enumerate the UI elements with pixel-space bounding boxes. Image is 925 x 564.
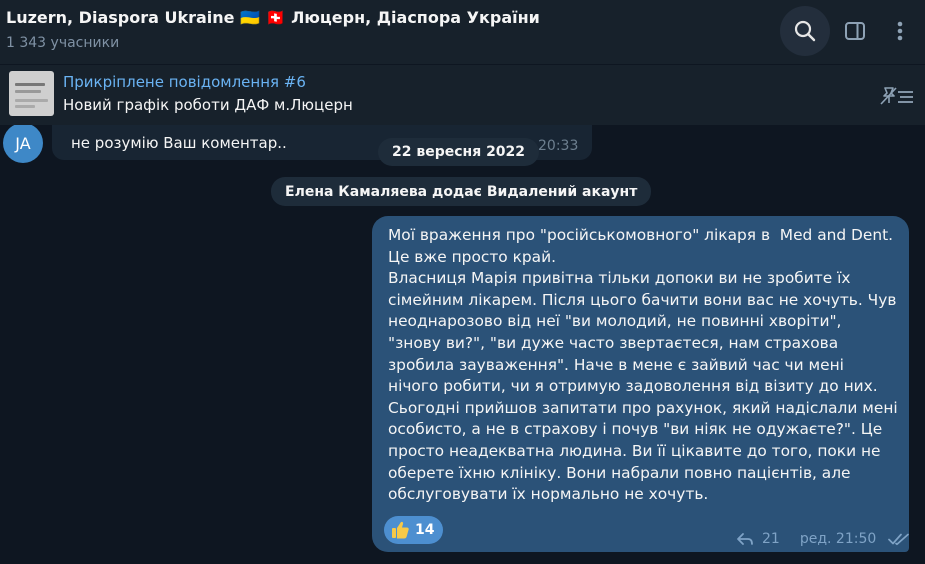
service-message: Елена Камаляева додає Видалений акаунт — [271, 177, 652, 206]
double-check-icon — [888, 533, 910, 546]
message-meta: 21 ред. 21:50 — [736, 529, 910, 549]
pinned-title: Прикріплене повідомлення #6 — [63, 73, 306, 91]
reaction-thumbs-up[interactable]: 14 — [384, 516, 443, 544]
edited-time: ред. 21:50 — [799, 531, 877, 547]
pinned-list-button[interactable] — [879, 85, 915, 111]
reply-icon[interactable] — [736, 532, 754, 546]
date-separator: 22 вересня 2022 — [378, 138, 540, 166]
chat-header[interactable]: Luzern, Diaspora Ukraine 🇺🇦 🇨🇭 Люцерн, Д… — [0, 0, 925, 64]
chat-title[interactable]: Luzern, Diaspora Ukraine 🇺🇦 🇨🇭 Люцерн, Д… — [6, 8, 540, 27]
replies-count[interactable]: 21 — [762, 531, 780, 547]
thumbs-up-icon — [392, 521, 409, 539]
search-icon — [794, 20, 816, 42]
avatar[interactable]: JA — [3, 123, 43, 163]
pinned-text: Новий графік роботи ДАФ м.Люцерн — [63, 96, 353, 114]
pinned-thumbnail — [9, 71, 54, 116]
message-text: Мої враження про "російськомовного" ліка… — [388, 226, 898, 504]
reaction-count: 14 — [415, 522, 435, 538]
more-icon — [897, 21, 903, 41]
previous-message-text: не розумію Ваш коментар.. — [71, 134, 287, 152]
pin-list-icon — [880, 87, 913, 105]
sidebar-toggle-button[interactable] — [830, 6, 880, 56]
avatar-initials: JA — [15, 133, 31, 153]
previous-message-time: 20:33 — [538, 138, 579, 154]
sidebar-icon — [845, 22, 865, 40]
search-button[interactable] — [780, 6, 830, 56]
pinned-message-bar[interactable]: Прикріплене повідомлення #6 Новий графік… — [0, 64, 925, 125]
more-button[interactable] — [875, 6, 925, 56]
member-count: 1 343 учасники — [6, 35, 120, 51]
